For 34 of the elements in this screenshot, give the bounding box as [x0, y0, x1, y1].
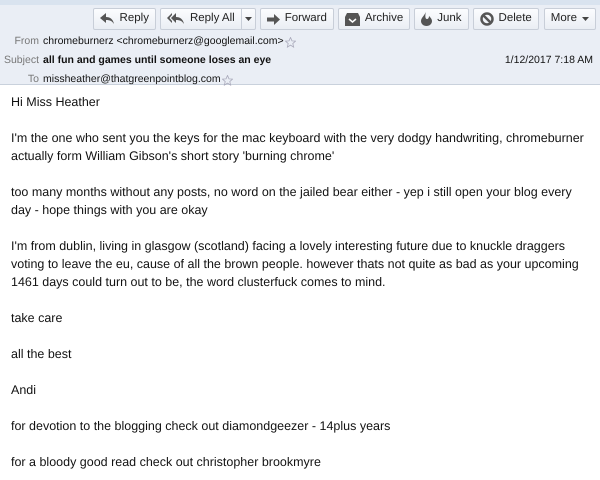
reply-icon	[100, 13, 115, 25]
caret-icon	[582, 17, 589, 21]
message-paragraph: all the best	[11, 346, 72, 363]
star-icon[interactable]	[284, 36, 296, 48]
address-text[interactable]: chromeburnerz <chromeburnerz@googlemail.com>	[43, 34, 284, 50]
toolbar-button[interactable]: Junk	[414, 8, 469, 30]
message-paragraph: I'm from dublin, living in glasgow (scotland) facing a lovely interesting future due to knuckle draggers voting to leave the eu, cause of all the brown people. however thats not quite as bad as your upcoming 1461 days could turn out to be, the word clusterfuck comes to mind.	[11, 238, 580, 291]
message-paragraph: I'm the one who sent you the keys for the mac keyboard with the very dodgy handwriting, chromeburner actually form William Gibson's short story 'burning chrome'	[11, 130, 585, 165]
reply-all-icon	[166, 13, 185, 25]
reply-all-button[interactable]: Reply All	[160, 8, 242, 30]
message-paragraph: too many months without any posts, no word on the jailed bear either - yep i still open your blog every day - hope things with you are okay	[11, 184, 573, 219]
message-paragraph: Hi Miss Heather	[11, 94, 101, 111]
field-label: From	[14, 34, 40, 50]
toolbar-button[interactable]: Forward	[260, 8, 334, 30]
more-menu-button[interactable]: More	[544, 8, 596, 30]
archive-icon	[344, 12, 360, 26]
address-text[interactable]: missheather@thatgreenpointblog.com	[43, 72, 221, 88]
star-icon[interactable]	[222, 74, 233, 86]
delete-icon	[480, 12, 494, 26]
arrow-right-icon	[266, 14, 280, 24]
message-paragraph: for devotion to the blogging check out diamondgeezer - 14plus years	[11, 418, 392, 435]
message-paragraph: Andi	[11, 382, 38, 399]
field-label: Subject	[2, 53, 40, 68]
caret-icon	[244, 17, 252, 21]
flame-icon	[421, 12, 432, 26]
subject-text: all fun and games until someone loses an eye	[43, 53, 272, 68]
message-paragraph: for a bloody good read check out christopher brookmyre	[11, 454, 322, 471]
message-paragraph: take care	[11, 310, 64, 327]
toolbar-button[interactable]: Reply	[92, 8, 156, 30]
date-text: 1/12/2017 7:18 AM	[504, 53, 594, 68]
toolbar-button[interactable]: Archive	[338, 8, 410, 30]
dropdown-button[interactable]	[242, 8, 256, 30]
toolbar-button[interactable]: Delete	[472, 8, 539, 30]
field-label: To	[26, 72, 40, 88]
